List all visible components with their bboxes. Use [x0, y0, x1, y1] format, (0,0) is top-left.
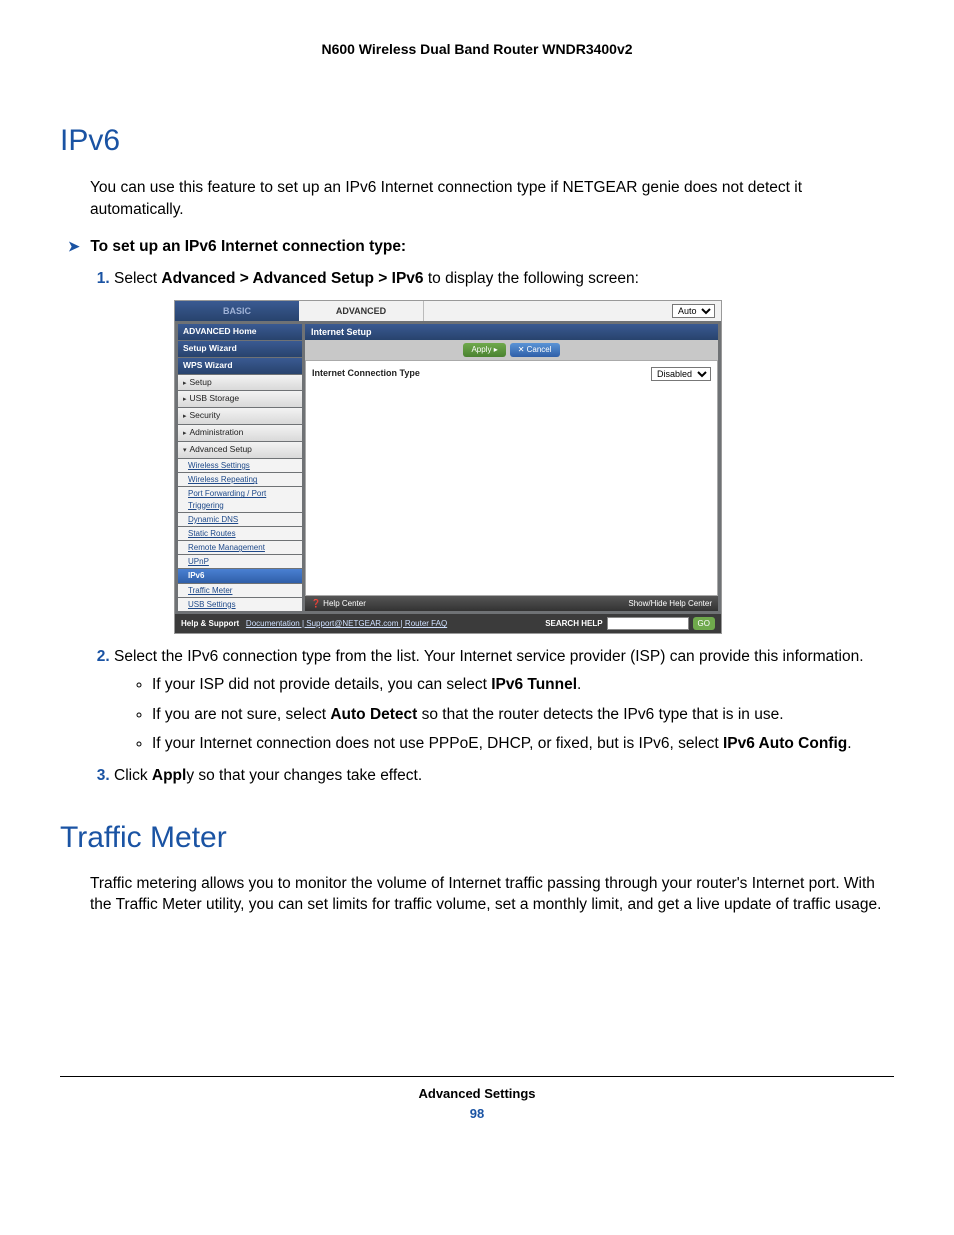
- section-heading-ipv6: IPv6: [60, 120, 894, 162]
- sidebar-sub-traffic[interactable]: Traffic Meter: [178, 584, 302, 597]
- search-help-label: SEARCH HELP: [545, 620, 602, 628]
- router-ui-screenshot: BASIC ADVANCED Auto ADVANCED Home Setup …: [174, 300, 722, 634]
- bullet-autoconfig: If your Internet connection does not use…: [152, 733, 894, 755]
- sidebar-sub-upnp[interactable]: UPnP: [178, 555, 302, 568]
- sidebar-item-home[interactable]: ADVANCED Home: [178, 324, 302, 340]
- footer-rule: [60, 1076, 894, 1077]
- traffic-body: Traffic metering allows you to monitor t…: [90, 873, 894, 916]
- ipv6-subhead-text: To set up an IPv6 Internet connection ty…: [90, 238, 406, 255]
- sidebar-sub-repeating[interactable]: Wireless Repeating: [178, 473, 302, 486]
- apply-button[interactable]: Apply ▸: [463, 343, 505, 356]
- connection-type-select[interactable]: Disabled: [651, 367, 711, 381]
- sidebar-item-setup[interactable]: Setup: [178, 375, 302, 391]
- footer-section: Advanced Settings: [60, 1085, 894, 1103]
- tab-advanced[interactable]: ADVANCED: [299, 301, 424, 321]
- sidebar-item-admin[interactable]: Administration: [178, 425, 302, 441]
- help-center-button[interactable]: ❓ Help Center: [311, 598, 366, 609]
- page-header-title: N600 Wireless Dual Band Router WNDR3400v…: [60, 40, 894, 60]
- step-3: Click Apply so that your changes take ef…: [114, 765, 894, 787]
- sidebar-item-advsetup[interactable]: Advanced Setup: [178, 442, 302, 458]
- sidebar-item-security[interactable]: Security: [178, 408, 302, 424]
- cancel-button[interactable]: ✕ Cancel: [510, 343, 560, 356]
- sidebar: ADVANCED Home Setup Wizard WPS Wizard Se…: [178, 324, 302, 611]
- bullet-autodetect: If you are not sure, select Auto Detect …: [152, 704, 894, 726]
- search-go-button[interactable]: GO: [693, 617, 715, 630]
- footer-links[interactable]: Documentation | Support@NETGEAR.com | Ro…: [246, 619, 447, 628]
- section-heading-traffic: Traffic Meter: [60, 817, 894, 859]
- arrow-icon: ➤: [68, 237, 86, 257]
- search-input[interactable]: [607, 617, 689, 630]
- panel-title: Internet Setup: [305, 324, 718, 341]
- sidebar-sub-portfwd[interactable]: Port Forwarding / Port Triggering: [178, 487, 302, 511]
- footer-help-label: Help & Support: [181, 619, 239, 628]
- sidebar-sub-wireless[interactable]: Wireless Settings: [178, 459, 302, 472]
- ipv6-intro: You can use this feature to set up an IP…: [90, 177, 894, 220]
- sidebar-sub-usbset[interactable]: USB Settings: [178, 598, 302, 611]
- ipv6-procedure-heading: ➤ To set up an IPv6 Internet connection …: [68, 236, 894, 258]
- help-toggle[interactable]: Show/Hide Help Center: [628, 598, 712, 609]
- sidebar-item-wizard[interactable]: Setup Wizard: [178, 341, 302, 357]
- sidebar-sub-remote[interactable]: Remote Management: [178, 541, 302, 554]
- row-label: Internet Connection Type: [312, 367, 420, 381]
- step-2: Select the IPv6 connection type from the…: [114, 646, 894, 755]
- bullet-tunnel: If your ISP did not provide details, you…: [152, 674, 894, 696]
- sidebar-sub-ipv6[interactable]: IPv6: [178, 569, 302, 582]
- sidebar-item-wps[interactable]: WPS Wizard: [178, 358, 302, 374]
- tab-basic[interactable]: BASIC: [175, 301, 299, 321]
- language-select[interactable]: Auto: [672, 304, 715, 318]
- sidebar-item-usb[interactable]: USB Storage: [178, 391, 302, 407]
- sidebar-sub-static[interactable]: Static Routes: [178, 527, 302, 540]
- sidebar-sub-ddns[interactable]: Dynamic DNS: [178, 513, 302, 526]
- footer-page: 98: [60, 1105, 894, 1123]
- step-1: Select Advanced > Advanced Setup > IPv6 …: [114, 268, 894, 634]
